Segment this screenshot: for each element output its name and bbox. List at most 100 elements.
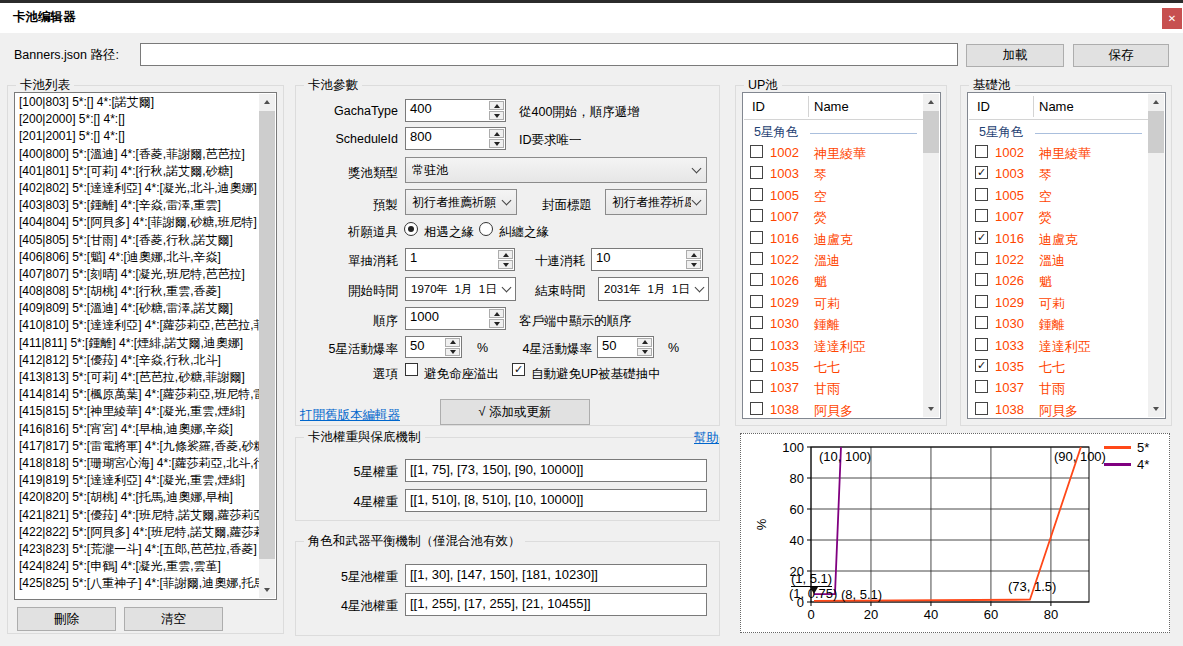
tencost-field[interactable]: 10: [591, 248, 703, 271]
spin-down-icon[interactable]: [686, 260, 701, 269]
list-item[interactable]: [413|813] 5*:[可莉] 4*:[芭芭拉,砂糖,菲謝爾]: [16, 369, 259, 386]
list-item[interactable]: [420|820] 5*:[胡桃] 4*:[托馬,迪奧娜,早柚]: [16, 489, 259, 506]
row-checkbox[interactable]: [975, 380, 988, 393]
base-table-scrollbar[interactable]: [1148, 94, 1164, 417]
list-item[interactable]: [424|824] 5*:[申鶴] 4*:[凝光,重雲,雲堇]: [16, 558, 259, 575]
pool-listbox[interactable]: [100|803] 5*:[] 4*:[諾艾爾][200|2000] 5*:[]…: [14, 92, 277, 600]
save-button[interactable]: 保存: [1073, 44, 1169, 67]
scroll-down-icon[interactable]: [923, 401, 939, 417]
list-item[interactable]: [410|810] 5*:[達達利亞] 4*:[蘿莎莉亞,芭芭拉,菲謝爾]: [16, 317, 259, 334]
spin-down-icon[interactable]: [445, 348, 460, 357]
scroll-thumb[interactable]: [923, 111, 939, 153]
col-header-name[interactable]: Name: [814, 99, 849, 114]
table-row[interactable]: 1007熒: [744, 206, 923, 227]
base-pool-table[interactable]: ID Name 5星角色 1002神里綾華✓1003琴1005空1007熒✓10…: [967, 92, 1166, 419]
radio-encounter[interactable]: [404, 222, 418, 236]
load-button[interactable]: 加載: [966, 44, 1064, 67]
path-input[interactable]: [140, 43, 958, 66]
list-item[interactable]: [100|803] 5*:[] 4*:[諾艾爾]: [16, 94, 259, 111]
table-row[interactable]: 1022溫迪: [744, 249, 923, 270]
add-update-button[interactable]: √ 添加或更新: [440, 399, 590, 425]
list-item[interactable]: [416|816] 5*:[宵宮] 4*:[早柚,迪奧娜,辛焱]: [16, 421, 259, 438]
table-row[interactable]: 1029可莉: [744, 292, 923, 313]
list-item[interactable]: [411|811] 5*:[鍾離] 4*:[煙緋,諾艾爾,迪奧娜]: [16, 335, 259, 352]
spin-up-icon[interactable]: [686, 250, 701, 259]
list-item[interactable]: [402|802] 5*:[達達利亞] 4*:[凝光,北斗,迪奧娜]: [16, 180, 259, 197]
spin-down-icon[interactable]: [489, 111, 504, 120]
row-checkbox[interactable]: [750, 209, 763, 222]
table-row[interactable]: 1005空: [969, 185, 1148, 206]
table-row[interactable]: ✓1035七七: [969, 356, 1148, 377]
spin-up-icon[interactable]: [489, 101, 504, 110]
list-item[interactable]: [405|805] 5*:[甘雨] 4*:[香菱,行秋,諾艾爾]: [16, 232, 259, 249]
table-row[interactable]: 1038阿貝多: [744, 399, 923, 419]
auto-avoid-checkbox[interactable]: ✓: [512, 363, 525, 376]
spin-up-icon[interactable]: [445, 338, 460, 347]
list-item[interactable]: [412|812] 5*:[優菈] 4*:[辛焱,行秋,北斗]: [16, 352, 259, 369]
list-item[interactable]: [408|808] 5*:[胡桃] 4*:[行秋,重雲,香菱]: [16, 283, 259, 300]
list-item[interactable]: [425|825] 5*:[八重神子] 4*:[菲謝爾,迪奧娜,托馬]: [16, 575, 259, 592]
bw5-input[interactable]: [[1, 30], [147, 150], [181, 10230]]: [405, 564, 707, 587]
row-checkbox[interactable]: [750, 295, 763, 308]
list-item[interactable]: [407|807] 5*:[刻晴] 4*:[凝光,班尼特,芭芭拉]: [16, 266, 259, 283]
rate5-field[interactable]: 50: [405, 336, 462, 358]
col-header-name[interactable]: Name: [1039, 99, 1074, 114]
row-checkbox[interactable]: [750, 380, 763, 393]
radio-intertwined[interactable]: [479, 222, 493, 236]
table-row[interactable]: 1005空: [744, 185, 923, 206]
gachatype-field[interactable]: 400: [405, 99, 506, 122]
up-pool-table[interactable]: ID Name 5星角色 1002神里綾華1003琴1005空1007熒1016…: [742, 92, 941, 419]
spin-up-icon[interactable]: [489, 129, 504, 138]
table-row[interactable]: 1026魈: [744, 270, 923, 291]
row-checkbox[interactable]: [975, 402, 988, 415]
scroll-down-icon[interactable]: [1148, 401, 1164, 417]
row-checkbox[interactable]: [750, 316, 763, 329]
row-checkbox[interactable]: [750, 402, 763, 415]
list-item[interactable]: [200|2000] 5*:[] 4*:[]: [16, 111, 259, 128]
up-table-scrollbar[interactable]: [923, 94, 939, 417]
row-checkbox[interactable]: [750, 252, 763, 265]
row-checkbox[interactable]: [975, 252, 988, 265]
w5-input[interactable]: [[1, 75], [73, 150], [90, 10000]]: [405, 459, 707, 482]
scroll-thumb[interactable]: [1148, 111, 1164, 153]
row-checkbox[interactable]: [975, 273, 988, 286]
spin-down-icon[interactable]: [489, 139, 504, 148]
table-row[interactable]: 1026魈: [969, 270, 1148, 291]
list-item[interactable]: [404|804] 5*:[阿貝多] 4*:[菲謝爾,砂糖,班尼特]: [16, 214, 259, 231]
close-button[interactable]: ✕: [1162, 8, 1182, 29]
table-row[interactable]: 1037甘雨: [969, 377, 1148, 398]
list-item[interactable]: [415|815] 5*:[神里綾華] 4*:[凝光,重雲,煙緋]: [16, 403, 259, 420]
table-row[interactable]: 1029可莉: [969, 292, 1148, 313]
table-row[interactable]: 1002神里綾華: [744, 142, 923, 163]
row-checkbox-checked[interactable]: ✓: [975, 359, 988, 372]
row-checkbox[interactable]: [975, 209, 988, 222]
row-checkbox[interactable]: [750, 188, 763, 201]
table-row[interactable]: 1003琴: [744, 163, 923, 184]
open-old-editor-link[interactable]: 打開舊版本編輯器: [300, 407, 400, 424]
list-item[interactable]: [414|814] 5*:[楓原萬葉] 4*:[蘿莎莉亞,班尼特,雷澤]: [16, 386, 259, 403]
table-row[interactable]: 1035七七: [744, 356, 923, 377]
row-checkbox[interactable]: [750, 231, 763, 244]
list-item[interactable]: [422|822] 5*:[阿貝多] 4*:[班尼特,諾艾爾,蘿莎莉亞]: [16, 524, 259, 541]
row-checkbox-checked[interactable]: ✓: [975, 231, 988, 244]
row-checkbox-checked[interactable]: ✓: [975, 166, 988, 179]
list-item[interactable]: [421|821] 5*:[優菈] 4*:[班尼特,諾艾爾,蘿莎莉亞]: [16, 507, 259, 524]
list-item[interactable]: [401|801] 5*:[可莉] 4*:[行秋,諾艾爾,砂糖]: [16, 163, 259, 180]
list-item[interactable]: [403|803] 5*:[鍾離] 4*:[辛焱,雷澤,重雲]: [16, 197, 259, 214]
table-row[interactable]: 1007熒: [969, 206, 1148, 227]
row-checkbox[interactable]: [975, 145, 988, 158]
table-row[interactable]: 1030鍾離: [969, 313, 1148, 334]
table-row[interactable]: 1033達達利亞: [744, 335, 923, 356]
scroll-up-icon[interactable]: [923, 94, 939, 110]
scroll-thumb[interactable]: [259, 111, 275, 559]
table-row[interactable]: 1038阿貝多: [969, 399, 1148, 419]
row-checkbox[interactable]: [750, 273, 763, 286]
clear-button[interactable]: 清空: [124, 607, 223, 631]
scroll-down-icon[interactable]: [259, 582, 275, 598]
scroll-up-icon[interactable]: [259, 94, 275, 110]
avoid-constellation-checkbox[interactable]: [405, 363, 418, 376]
spin-up-icon[interactable]: [637, 338, 652, 347]
list-item[interactable]: [406|806] 5*:[魈] 4*:[迪奧娜,北斗,辛焱]: [16, 249, 259, 266]
order-field[interactable]: 1000: [405, 307, 506, 330]
spin-down-icon[interactable]: [489, 319, 504, 328]
